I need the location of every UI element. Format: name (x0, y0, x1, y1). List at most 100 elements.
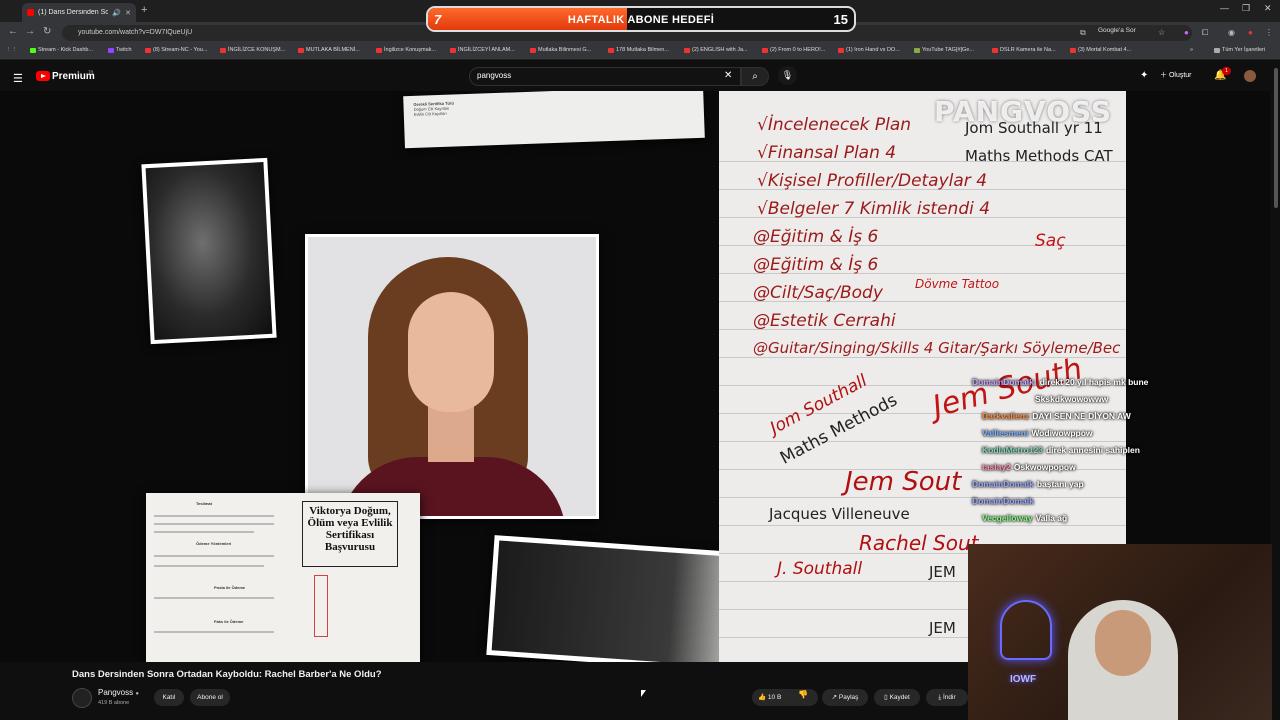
bookmark-item[interactable]: (2) ENGLISH with Ja... (684, 47, 748, 53)
bookmark-item[interactable]: (3) Mortal Kombat 4... (1070, 47, 1131, 53)
close-tab-icon[interactable]: ✕ (125, 9, 131, 17)
note-line: √İncelenecek Plan (757, 115, 912, 135)
note-right: JEM (929, 563, 956, 581)
subscribe-button[interactable]: Abone ol (190, 689, 230, 706)
chat-message: DomainDomalk: direkt 20 yıl hapis mk bune (972, 377, 1182, 394)
notification-count-badge: 1 (1222, 67, 1231, 75)
browser-menu-icon[interactable]: ⋮ (1265, 28, 1273, 37)
chat-username: DomainDomalk: (972, 377, 1037, 387)
browser-tab[interactable]: (1) Dans Dersinden Sonra Ortadan K 🔊 ✕ (22, 3, 136, 22)
subscriber-count: 419 B abone (98, 700, 130, 706)
all-bookmarks[interactable]: Tüm Yer İşaretleri (1214, 47, 1265, 53)
chat-username: Vecgelloway (982, 513, 1033, 523)
form-heading: Teslimat (196, 501, 212, 506)
mouse-cursor-icon (641, 690, 646, 697)
chat-message: Darkvalienz DAYI SEN NE DİYON AW (972, 411, 1182, 428)
bookmark-item[interactable]: MUTLAKA BİLMENİ... (298, 47, 360, 53)
chat-message: Skskdkwowowww (972, 394, 1182, 411)
new-tab-icon[interactable]: + (141, 4, 147, 16)
close-window-icon[interactable]: ✕ (1264, 3, 1272, 14)
dislike-icon[interactable]: 👎 (798, 690, 808, 699)
hamburger-menu-icon[interactable]: ☰ (13, 72, 23, 85)
bookmark-item[interactable]: 178 Mutlaka Bilmen... (608, 47, 669, 53)
form-title: Viktorya Doğum, Ölüm veya Evlilik Sertif… (302, 501, 398, 567)
back-icon[interactable]: ← (8, 26, 18, 37)
create-button[interactable]: ＋ Oluştur (1160, 70, 1192, 80)
profile-icon[interactable]: ◉ (1228, 28, 1235, 37)
note-line: √Belgeler 7 Kimlik istendi 4 (757, 199, 991, 219)
chat-message: Vecgelloway Valla ağ (972, 513, 1182, 530)
speaker-icon[interactable]: 🔊 (112, 9, 121, 17)
note-line: @Eğitim & İş 6 (753, 227, 879, 247)
bookmark-item[interactable]: (2) From 0 to HERO!... (762, 47, 825, 53)
save-button[interactable]: ▯ Kaydet (874, 689, 920, 706)
record-icon[interactable]: ● (1248, 28, 1253, 37)
application-form-document: Teslimat Ödeme Yöntemleri Posta ile Ödem… (146, 493, 420, 662)
avatar[interactable] (1244, 70, 1256, 82)
search-button[interactable]: ⌕ (741, 67, 769, 86)
stream-chat-overlay: DomainDomalk: direkt 20 yıl hapis mk bune… (972, 377, 1182, 530)
thumbs-up-icon: 👍 (758, 694, 767, 701)
bookmark-item[interactable]: YouTube TAG[#]Ge... (914, 47, 974, 53)
apps-icon[interactable]: ⋮⋮ (6, 47, 17, 53)
bookmark-item[interactable]: DSLR Kamera ile Na... (992, 47, 1056, 53)
extensions-puzzle-icon[interactable]: ⧠ (1202, 28, 1208, 38)
neon-sign-text: IOWF (1010, 674, 1037, 685)
note-right: Rachel Sout (859, 531, 979, 555)
download-button[interactable]: ⤓ İndir (926, 689, 968, 706)
more-bookmarks-icon[interactable]: » (1190, 47, 1193, 53)
join-button[interactable]: Katıl (154, 689, 184, 706)
extension-icon[interactable]: ● (1184, 28, 1189, 37)
google-sor-button[interactable]: Google'a Sor (1098, 27, 1136, 34)
channel-name[interactable]: Pangvoss ● (98, 688, 139, 697)
bookmark-star-icon[interactable]: ☆ (1158, 28, 1165, 37)
voice-search-icon[interactable]: 🎙 (778, 66, 797, 85)
note-right: Dövme Tattoo (915, 277, 1000, 291)
chat-username: Darkvalienz (982, 411, 1030, 421)
clear-search-icon[interactable]: ✕ (724, 70, 732, 81)
scrollbar-thumb[interactable] (1274, 68, 1278, 208)
bookmark-item[interactable]: (8) Stream-NC - You... (145, 47, 207, 53)
bookmark-item[interactable]: İNGİLİZCE KONUŞM... (220, 47, 285, 53)
sub-goal-target: 15 (833, 12, 848, 27)
chat-message: taslay2 Oskwowpopow (972, 462, 1182, 479)
share-button[interactable]: ↗ Paylaş (822, 689, 868, 706)
sub-goal-label: HAFTALIK ABONE HEDEFİ (567, 14, 715, 26)
chat-username: Valliesmeni (982, 428, 1029, 438)
video-title: Dans Dersinden Sonra Ortadan Kayboldu: R… (72, 669, 382, 680)
note-right: Maths Methods CAT (965, 147, 1113, 165)
chat-username: taslay2 (982, 462, 1011, 472)
share-icon: ↗ (831, 694, 838, 701)
note-right: JEM (929, 619, 956, 637)
reload-icon[interactable]: ↻ (43, 26, 51, 37)
bookmark-icon: ▯ (884, 694, 888, 701)
cast-icon[interactable]: ✦ (1140, 70, 1148, 81)
youtube-favicon-icon (27, 9, 34, 16)
maximize-icon[interactable]: ❐ (1242, 3, 1250, 14)
bookmark-item[interactable]: İngilizce Konuşmak... (376, 47, 436, 53)
forward-icon[interactable]: → (25, 26, 35, 37)
bookmark-item[interactable]: (1) Iron Hand vs DO... (838, 47, 900, 53)
bookmark-item[interactable]: Stream - Kick Dashb... (30, 47, 93, 53)
channel-avatar[interactable] (72, 688, 92, 708)
form-heading: Ödeme Yöntemleri (196, 541, 232, 546)
bookmark-item[interactable]: İNGİLİZCEYİ ANLAM... (450, 47, 515, 53)
install-app-icon[interactable]: ⧉ (1080, 28, 1086, 38)
search-input[interactable] (477, 71, 717, 80)
chat-text: Skskdkwowowww (1035, 394, 1109, 404)
chat-text: Oskwowpopow (1013, 462, 1076, 472)
verified-icon: ● (135, 691, 139, 697)
like-button[interactable]: 👍 10 B (752, 689, 818, 706)
chat-message: DomainDomalk (972, 496, 1182, 513)
url-text: youtube.com/watch?v=DW7IQueUjU (78, 29, 193, 36)
bookmark-item[interactable]: Twitch (108, 47, 132, 53)
chat-text: baştanı yap (1036, 479, 1084, 489)
chat-text: Wodiwowppow (1031, 428, 1093, 438)
youtube-logo-icon[interactable] (36, 71, 50, 81)
chat-text: direkt 20 yıl hapis mk bune (1039, 377, 1149, 387)
note-right: J. Southall (777, 559, 863, 579)
minimize-icon[interactable]: — (1220, 3, 1229, 13)
search-icon: ⌕ (752, 71, 758, 82)
chat-message: Valliesmeni Wodiwowppow (972, 428, 1182, 445)
bookmark-item[interactable]: Mutlaka Bilinmesi G... (530, 47, 591, 53)
